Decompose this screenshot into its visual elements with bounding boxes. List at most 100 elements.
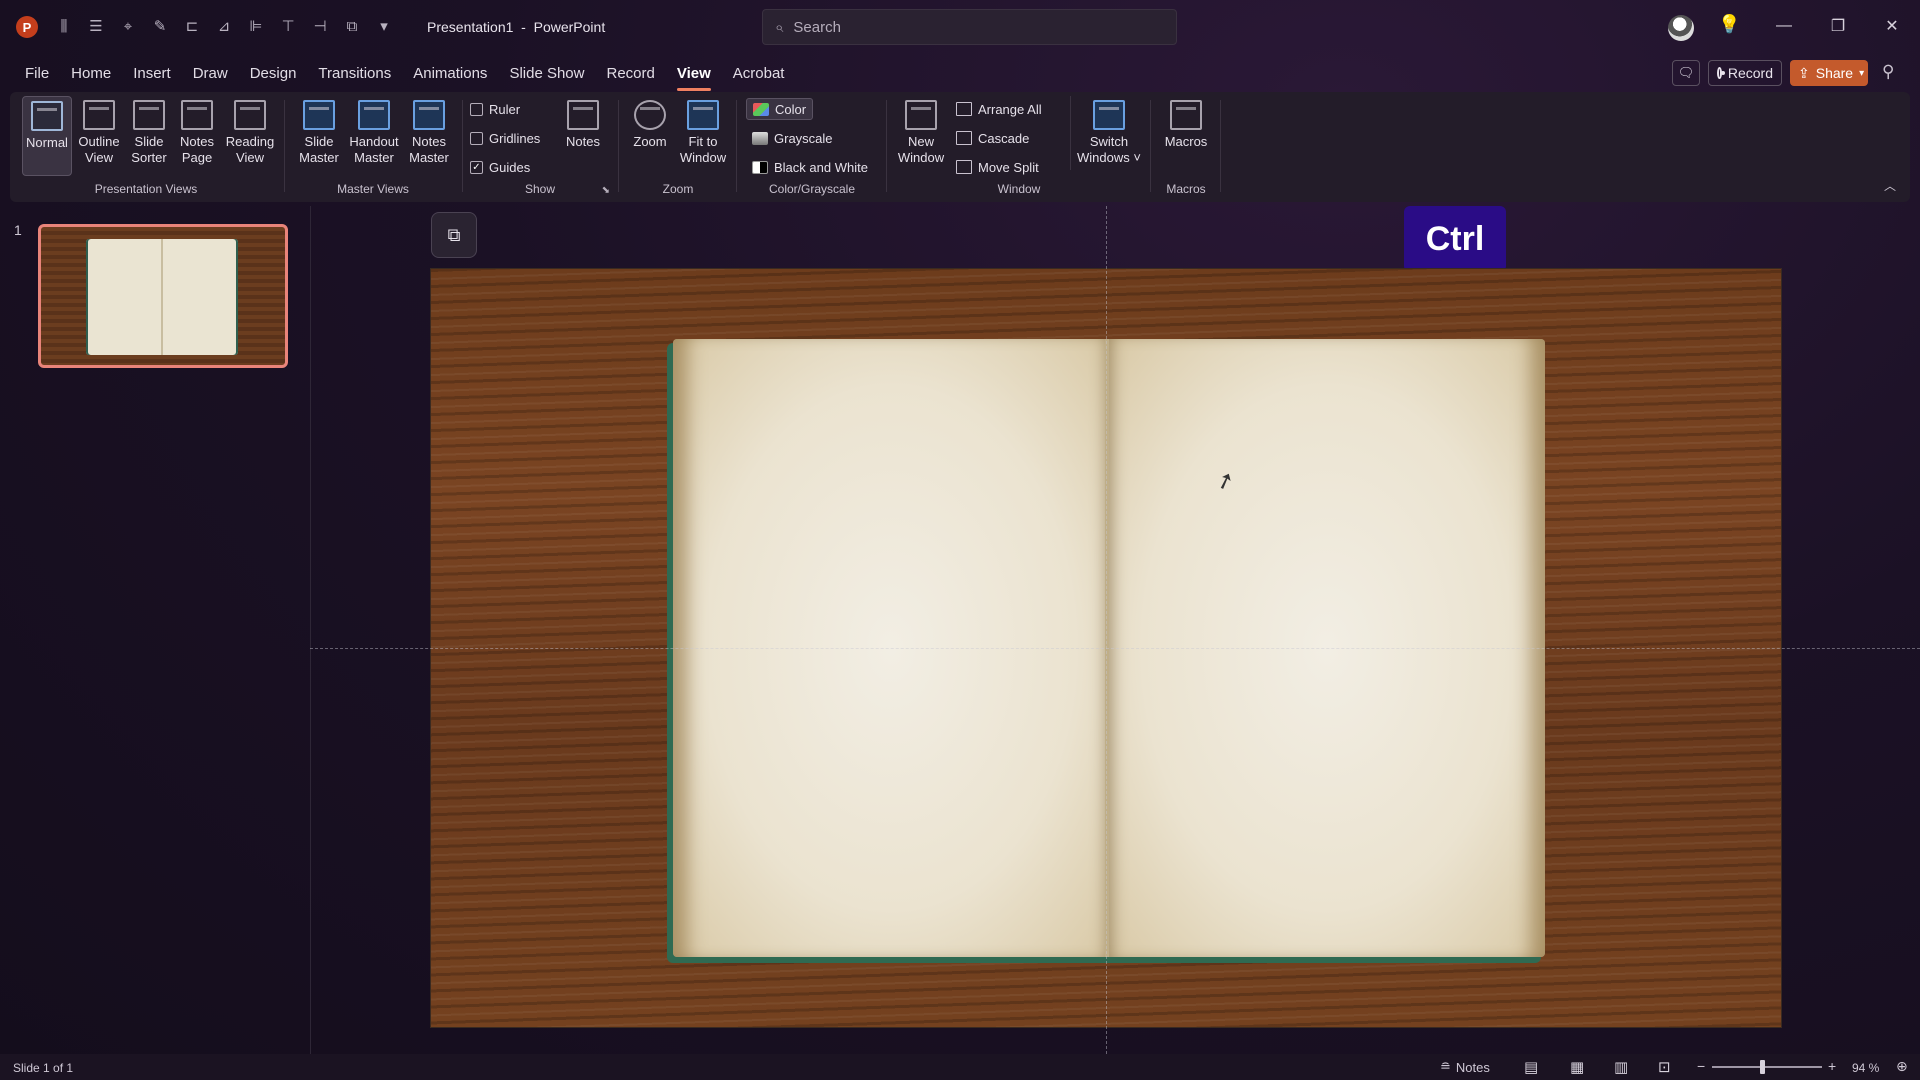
cascade-button[interactable]: Cascade [956, 127, 1029, 149]
restore-icon[interactable]: ❐ [1818, 12, 1858, 40]
share-button[interactable]: ⇪ Share ▾ [1790, 60, 1868, 86]
align-icon[interactable]: ☰ [84, 14, 108, 38]
tab-file[interactable]: File [14, 60, 60, 88]
record-button[interactable]: Record [1708, 60, 1782, 86]
notes-master-icon [413, 100, 445, 130]
zoom-out-icon[interactable]: − [1697, 1058, 1705, 1074]
search-box[interactable]: ⌕ [762, 9, 1177, 45]
avatar[interactable] [1668, 15, 1694, 41]
normal-view-button[interactable]: Normal [22, 96, 72, 176]
macros-group: Macros Macros [1154, 92, 1218, 202]
tab-home[interactable]: Home [60, 60, 122, 88]
tab-record[interactable]: Record [595, 60, 665, 88]
ribbon: Normal Outline View Slide Sorter Notes P… [10, 92, 1910, 202]
ribbon-divider [886, 100, 887, 192]
minimize-icon[interactable]: — [1764, 12, 1804, 40]
pen-icon[interactable]: ✎ [148, 14, 172, 38]
ruler-checkbox[interactable]: Ruler [470, 98, 520, 120]
vertical-guide[interactable] [1106, 206, 1107, 1054]
color-option[interactable]: Color [746, 98, 814, 120]
slide-thumbnail[interactable] [38, 224, 288, 368]
magnifier-icon [634, 100, 666, 130]
chevron-down-icon: ▾ [1859, 67, 1865, 79]
reading-view-icon [234, 100, 266, 130]
close-icon[interactable]: ✕ [1872, 12, 1912, 40]
align-left-icon[interactable]: ⊫ [244, 14, 268, 38]
slide-master-button[interactable]: Slide Master [294, 96, 344, 176]
tab-insert[interactable]: Insert [122, 60, 182, 88]
new-window-button[interactable]: New Window [894, 96, 948, 176]
comments-button[interactable]: 🗨 [1672, 60, 1700, 86]
zoom-slider-thumb[interactable] [1760, 1060, 1765, 1074]
notes-toggle-button[interactable]: ≘ Notes [1440, 1059, 1490, 1075]
tab-acrobat[interactable]: Acrobat [722, 60, 796, 88]
tab-transitions[interactable]: Transitions [307, 60, 402, 88]
notes-button[interactable]: Notes [560, 96, 606, 176]
pane-divider[interactable] [310, 206, 311, 1054]
reading-view-icon[interactable]: ▥ [1614, 1058, 1628, 1076]
collapse-ribbon-icon[interactable]: ︿ [1884, 177, 1896, 194]
tab-slide-show[interactable]: Slide Show [498, 60, 595, 88]
grayscale-swatch-icon [752, 131, 768, 145]
notes-icon [567, 100, 599, 130]
switch-windows-button[interactable]: Switch Windows ˅ [1076, 96, 1142, 176]
tab-design[interactable]: Design [239, 60, 308, 88]
shape-icon[interactable]: ⧉ [340, 14, 364, 38]
zoom-in-icon[interactable]: + [1828, 1058, 1836, 1074]
normal-view-icon[interactable]: ▤ [1524, 1058, 1538, 1076]
lightbulb-icon[interactable]: 💡 [1718, 14, 1740, 35]
new-window-icon [905, 100, 937, 130]
fit-to-window-button[interactable]: Fit to Window [676, 96, 730, 176]
tab-draw[interactable]: Draw [182, 60, 239, 88]
ribbon-divider [284, 100, 285, 192]
horizontal-guide[interactable] [310, 648, 1920, 649]
guides-checkbox[interactable]: ✓ Guides [470, 156, 530, 178]
group-label: Window [997, 182, 1041, 196]
cascade-icon [956, 131, 972, 145]
align-top-icon[interactable]: ⊤ [276, 14, 300, 38]
notes-page-button[interactable]: Notes Page [174, 96, 220, 176]
arrange-all-button[interactable]: Arrange All [956, 98, 1042, 120]
zoom-slider[interactable] [1712, 1066, 1822, 1068]
coauthor-icon[interactable]: ⚲ [1882, 62, 1894, 82]
customize-qat-icon[interactable]: ▾ [372, 14, 396, 38]
black-and-white-option[interactable]: Black and White [752, 156, 868, 178]
move-split-button[interactable]: Move Split [956, 156, 1039, 178]
checkbox-icon [470, 131, 483, 145]
checkmark-icon: ✓ [470, 160, 483, 174]
designer-button[interactable]: ⧉ [431, 212, 477, 258]
outline-view-button[interactable]: Outline View [74, 96, 124, 176]
macros-button[interactable]: Macros [1158, 96, 1214, 176]
zoom-group: Zoom Fit to Window Zoom [622, 92, 734, 202]
tab-view[interactable]: View [666, 60, 722, 91]
notes-master-button[interactable]: Notes Master [404, 96, 454, 176]
slide-show-icon[interactable]: ⊡ [1658, 1058, 1671, 1076]
reading-view-button[interactable]: Reading View [222, 96, 278, 176]
draw-icon[interactable]: ⌖ [116, 14, 140, 38]
slide-sorter-button[interactable]: Slide Sorter [124, 96, 174, 176]
distribute-icon[interactable]: ⊣ [308, 14, 332, 38]
ribbon-divider [1070, 96, 1071, 170]
group-label: Macros [1166, 182, 1206, 196]
handout-master-button[interactable]: Handout Master [346, 96, 402, 176]
status-bar: Slide 1 of 1 ≘ Notes ▤ ▦ ▥ ⊡ − + 94 % ⊕ [0, 1054, 1920, 1080]
share-label: Share [1815, 65, 1854, 81]
open-book-image[interactable] [667, 339, 1545, 963]
search-input[interactable] [793, 18, 1134, 36]
thumbnail-book-image [86, 239, 238, 355]
show-group: Ruler Gridlines ✓ Guides Notes ⬊ Show [466, 92, 614, 202]
grayscale-option[interactable]: Grayscale [752, 127, 833, 149]
group-label: Master Views [337, 182, 409, 196]
notes-icon: ≘ [1440, 1059, 1451, 1074]
gridlines-checkbox[interactable]: Gridlines [470, 127, 540, 149]
zoom-level[interactable]: 94 % [1852, 1061, 1879, 1075]
crop-icon[interactable]: ⊿ [212, 14, 236, 38]
arrange-icon[interactable]: ⊏ [180, 14, 204, 38]
arrange-all-icon [956, 102, 972, 116]
color-grayscale-group: Color Grayscale Black and White Color/Gr… [740, 92, 884, 202]
slide-sorter-icon[interactable]: ▦ [1570, 1058, 1584, 1076]
zoom-button[interactable]: Zoom [626, 96, 674, 176]
autosave-icon[interactable]: ⫼ [52, 14, 76, 38]
tab-animations[interactable]: Animations [402, 60, 498, 88]
fit-slide-icon[interactable]: ⊕ [1896, 1058, 1908, 1075]
